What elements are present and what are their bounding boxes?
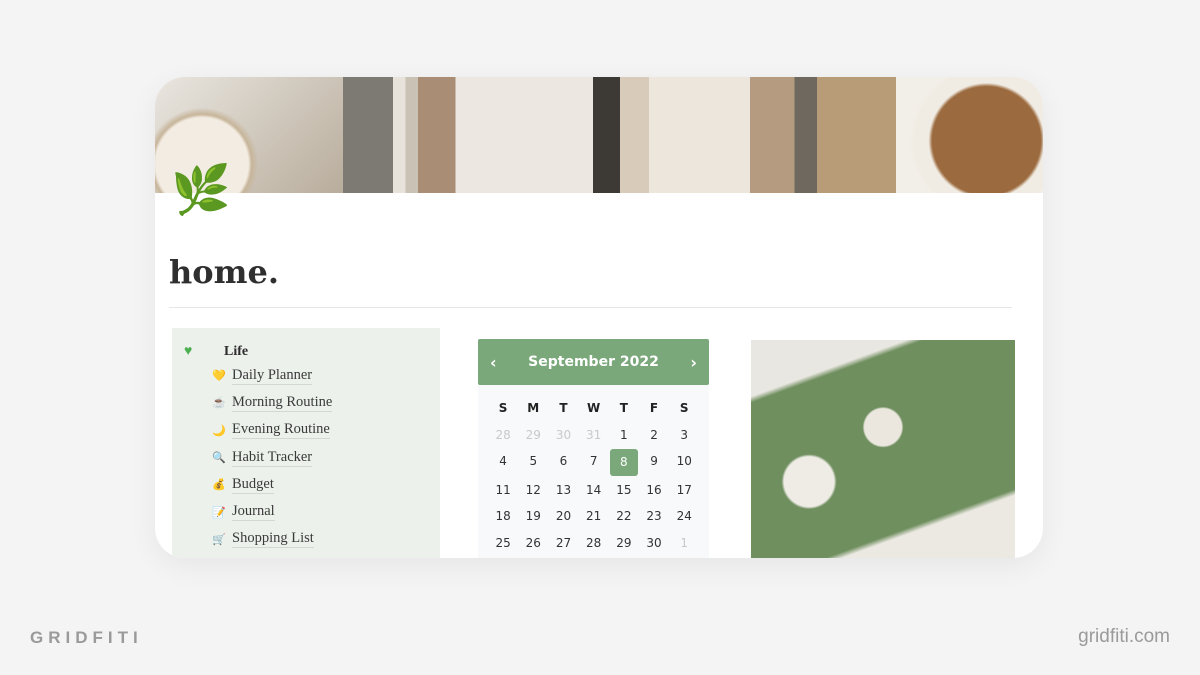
calendar-day[interactable]: 29 <box>518 422 548 449</box>
calendar-day[interactable]: 10 <box>669 448 699 475</box>
calendar-day[interactable]: 28 <box>579 530 609 557</box>
calendar-day[interactable]: 28 <box>488 422 518 449</box>
calendar-day-selected[interactable]: 8 <box>609 449 638 476</box>
calendar-day[interactable]: 9 <box>639 448 669 475</box>
cart-icon: 🛒 <box>212 533 226 546</box>
link-label[interactable]: Morning Routine <box>232 394 333 412</box>
brand-logo: GRIDFITI <box>30 628 143 647</box>
calendar-day[interactable]: 29 <box>609 530 639 557</box>
seedling-branch-icon[interactable]: 🌿 <box>171 161 231 218</box>
memo-icon: 📝 <box>212 506 226 519</box>
link-label[interactable]: Habit Tracker <box>232 449 313 467</box>
calendar-day[interactable]: 2 <box>639 422 669 449</box>
link-habit-tracker[interactable]: 🔍 Habit Tracker <box>212 444 440 471</box>
calendar-day[interactable]: 25 <box>488 530 518 557</box>
weekday-header: F <box>649 401 659 416</box>
calendar-header: ‹ September 2022 › <box>478 339 709 385</box>
life-heading: ♥ Life <box>184 342 440 362</box>
link-journal[interactable]: 📝 Journal <box>212 498 440 525</box>
calendar-grid: S M T W T F S 28 29 30 31 1 2 3 4 5 6 7 8 9 10 11 12 13 14 15 16 17… <box>478 385 709 556</box>
link-daily-planner[interactable]: 💛 Daily Planner <box>212 362 440 389</box>
life-links-panel: ♥ Life 💛 Daily Planner ☕ Morning Routine 🌙 Ev… <box>172 328 440 558</box>
weekday-header: M <box>527 401 540 416</box>
link-label[interactable]: Evening Routine <box>232 421 330 440</box>
weekday-header: T <box>559 401 568 416</box>
calendar-day[interactable]: 7 <box>579 448 609 475</box>
money-bag-icon: 💰 <box>212 479 226 492</box>
cover-photo-granola <box>817 77 1043 193</box>
link-label[interactable]: Shopping List <box>232 530 314 549</box>
calendar-day[interactable]: 31 <box>579 422 609 449</box>
prev-month-button[interactable]: ‹ <box>490 353 497 372</box>
link-label[interactable]: Journal <box>232 503 275 522</box>
calendar-day[interactable]: 23 <box>639 503 669 530</box>
cover-photo-books <box>343 77 593 193</box>
calendar-day[interactable]: 4 <box>488 448 518 475</box>
calendar-day[interactable]: 3 <box>669 422 699 449</box>
calendar-day[interactable]: 11 <box>488 477 518 504</box>
link-evening-routine[interactable]: 🌙 Evening Routine <box>212 417 440 444</box>
notion-page-card: 🌿 home. ♥ Life 💛 Daily Planner ☕ Morning Ro… <box>155 77 1043 558</box>
calendar-day[interactable]: 17 <box>669 477 699 504</box>
calendar-day[interactable]: 30 <box>639 530 669 557</box>
magnifier-icon: 🔍 <box>212 452 226 465</box>
calendar-day[interactable]: 6 <box>548 448 578 475</box>
weekday-header: W <box>587 401 601 416</box>
calendar-day[interactable]: 5 <box>518 448 548 475</box>
calendar-day[interactable]: 26 <box>518 530 548 557</box>
yellow-heart-icon: 💛 <box>212 370 226 383</box>
calendar-day[interactable]: 21 <box>579 503 609 530</box>
divider <box>169 307 1012 308</box>
calendar-day[interactable]: 27 <box>548 530 578 557</box>
calendar-day[interactable]: 1 <box>609 422 639 449</box>
link-morning-routine[interactable]: ☕ Morning Routine <box>212 389 440 416</box>
next-month-button[interactable]: › <box>690 353 697 372</box>
brand-url: gridfiti.com <box>1078 626 1170 647</box>
moon-icon: 🌙 <box>212 424 226 437</box>
link-label[interactable]: Daily Planner <box>232 367 313 385</box>
weekday-header: S <box>498 401 508 416</box>
calendar-day[interactable]: 14 <box>579 477 609 504</box>
calendar-day[interactable]: 12 <box>518 477 548 504</box>
calendar-day[interactable]: 13 <box>548 477 578 504</box>
green-heart-icon: ♥ <box>184 344 193 359</box>
calendar-day[interactable]: 16 <box>639 477 669 504</box>
link-shopping-list[interactable]: 🛒 Shopping List <box>212 526 440 553</box>
calendar-day[interactable]: 30 <box>548 422 578 449</box>
life-heading-label: Life <box>224 344 249 359</box>
calendar-month: September 2022 <box>528 354 659 370</box>
calendar-widget: ‹ September 2022 › S M T W T F S 28 29 30 31 1 2 3 4 5 6… <box>478 339 709 558</box>
link-label[interactable]: Budget <box>232 476 274 494</box>
coffee-icon: ☕ <box>212 397 226 410</box>
calendar-day[interactable]: 18 <box>488 503 518 530</box>
calendar-day[interactable]: 20 <box>548 503 578 530</box>
calendar-day[interactable]: 22 <box>609 503 639 530</box>
link-budget[interactable]: 💰 Budget <box>212 471 440 498</box>
page-title: home. <box>169 253 279 291</box>
cover-photo-bag <box>593 77 817 193</box>
cover-image <box>155 77 1043 193</box>
calendar-day[interactable]: 1 <box>669 530 699 557</box>
calendar-day[interactable]: 24 <box>669 503 699 530</box>
aesthetic-photo <box>751 340 1015 558</box>
weekday-header: T <box>619 401 628 416</box>
weekday-header: S <box>679 401 689 416</box>
calendar-day[interactable]: 19 <box>518 503 548 530</box>
calendar-day[interactable]: 15 <box>609 477 639 504</box>
